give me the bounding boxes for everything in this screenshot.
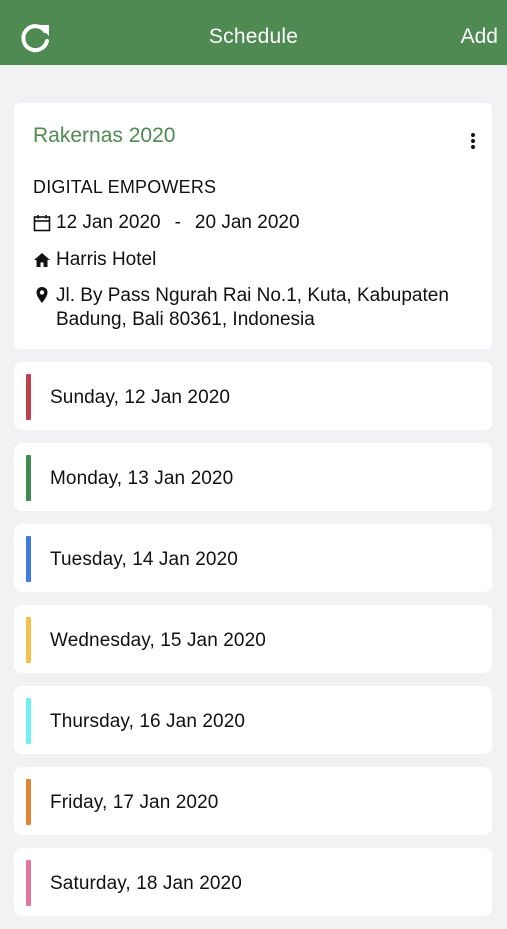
day-item-monday[interactable]: Monday, 13 Jan 2020 (14, 443, 492, 511)
day-color-bar (26, 779, 31, 825)
date-separator: - (174, 212, 181, 233)
address-line-2: Badung, Bali 80361, Indonesia (56, 309, 315, 330)
day-item-thursday[interactable]: Thursday, 16 Jan 2020 (14, 686, 492, 754)
day-label: Saturday, 18 Jan 2020 (50, 873, 242, 894)
event-venue: Harris Hotel (56, 249, 157, 270)
day-label: Tuesday, 14 Jan 2020 (50, 549, 238, 570)
add-button[interactable]: Add (461, 25, 498, 49)
event-venue-row: Harris Hotel (33, 249, 156, 271)
event-date-row: 12 Jan 2020 - 20 Jan 2020 (33, 212, 300, 234)
day-label: Sunday, 12 Jan 2020 (50, 387, 231, 408)
event-end-date: 20 Jan 2020 (194, 212, 300, 233)
page-title: Schedule (208, 25, 299, 48)
top-navbar: Schedule Add (0, 0, 507, 65)
day-color-bar (26, 455, 31, 501)
location-pin-icon (33, 286, 51, 304)
event-start-date: 12 Jan 2020 (56, 212, 161, 233)
day-list: Sunday, 12 Jan 2020 Monday, 13 Jan 2020 … (14, 362, 492, 929)
day-label: Monday, 13 Jan 2020 (50, 468, 234, 489)
day-label: Wednesday, 15 Jan 2020 (50, 630, 266, 651)
event-organization: DIGITAL EMPOWERS (33, 177, 217, 197)
event-card: Rakernas 2020 DIGITAL EMPOWERS 12 Jan 20… (14, 103, 492, 349)
day-item-saturday[interactable]: Saturday, 18 Jan 2020 (14, 848, 492, 916)
day-item-tuesday[interactable]: Tuesday, 14 Jan 2020 (14, 524, 492, 592)
calendar-icon (33, 214, 51, 232)
more-options-icon[interactable] (468, 133, 478, 153)
day-item-friday[interactable]: Friday, 17 Jan 2020 (14, 767, 492, 835)
event-address: Jl. By Pass Ngurah Rai No.1, Kuta, Kabup… (56, 284, 449, 332)
day-color-bar (26, 617, 31, 663)
day-item-wednesday[interactable]: Wednesday, 15 Jan 2020 (14, 605, 492, 673)
address-line-1: Jl. By Pass Ngurah Rai No.1, Kuta, Kabup… (56, 285, 449, 306)
day-color-bar (26, 698, 31, 744)
day-color-bar (26, 374, 31, 420)
day-color-bar (26, 860, 31, 906)
event-title: Rakernas 2020 (33, 124, 176, 147)
event-address-row: Jl. By Pass Ngurah Rai No.1, Kuta, Kabup… (33, 284, 473, 332)
day-label: Friday, 17 Jan 2020 (50, 792, 219, 813)
day-item-sunday[interactable]: Sunday, 12 Jan 2020 (14, 362, 492, 430)
home-icon (33, 251, 51, 269)
day-color-bar (26, 536, 31, 582)
day-label: Thursday, 16 Jan 2020 (50, 711, 246, 732)
